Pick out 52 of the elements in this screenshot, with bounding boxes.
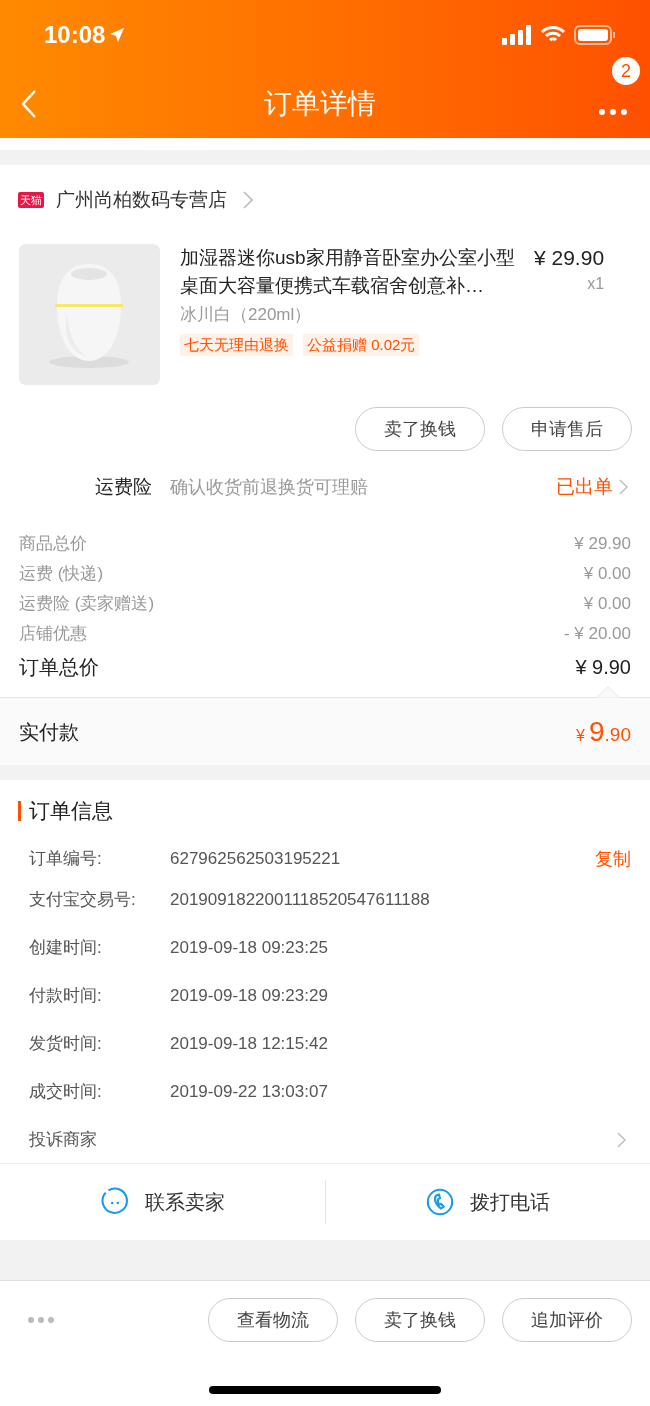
location-arrow-icon [109,27,126,43]
paid-amount: ¥9.90 [576,714,631,749]
page-title: 订单详情 [264,87,376,121]
cost-value: ¥ 0.00 [583,563,631,586]
cost-label: 商品总价 [19,533,87,556]
complaint-link[interactable]: 投诉商家 [29,1126,97,1153]
cost-value: - ¥ 20.00 [563,623,631,646]
total-value: ¥ 9.90 [575,655,631,680]
chevron-right-icon [617,1131,626,1148]
info-value: 2019-09-18 09:23:25 [170,937,329,960]
more-icon [599,109,627,115]
service-tag: 七天无理由退换 [180,333,293,356]
info-label: 发货时间: [29,1033,103,1056]
info-label: 成交时间: [29,1081,103,1104]
signal-icon [502,25,532,45]
cost-label: 店铺优惠 [19,623,87,646]
store-logo: 天猫 [18,192,44,208]
total-label: 订单总价 [19,655,99,680]
phone-icon [425,1187,456,1217]
status-time: 10:08 [44,20,106,50]
product-price: ¥ 29.90 [534,245,605,271]
store-name[interactable]: 广州尚柏数码专营店 [56,185,227,215]
cost-label: 运费 (快递) [19,563,104,586]
cost-value: ¥ 0.00 [583,593,631,616]
chat-face-icon [99,1187,130,1217]
info-label: 订单编号: [29,848,103,871]
info-value: 2019091822001118520547611188 [170,889,431,912]
cost-label: 运费险 (卖家赠送) [19,593,155,616]
contact-button[interactable]: 拨打电话 [425,1187,551,1217]
section-title: 订单信息 [29,798,113,825]
info-value: 2019-09-18 09:23:29 [170,985,329,1008]
info-label: 付款时间: [29,985,103,1008]
info-value: 2019-09-18 12:15:42 [170,1033,329,1056]
info-label: 支付宝交易号: [29,889,137,912]
chevron-right-icon [619,479,628,495]
back-icon [20,89,38,119]
insurance-label: 运费险 [95,474,152,499]
paid-label: 实付款 [19,719,79,745]
more-icon[interactable] [28,1317,54,1323]
cost-value: ¥ 29.90 [574,533,631,556]
notification-badge: 2 [612,57,640,85]
insurance-description: 确认收货前退换货可理赔 [170,475,369,499]
product-variant: 冰川白（220ml） [180,304,313,326]
product-title[interactable]: 加湿器迷你usb家用静音卧室办公室小型桌面大容量便携式车载宿舍创意补… [180,244,520,300]
service-tag: 公益捐赠 0.02元 [303,333,420,356]
contact-button[interactable]: 联系卖家 [99,1187,225,1217]
info-value: 627962562503195221 [170,848,342,871]
product-quantity: x1 [587,274,605,294]
info-label: 创建时间: [29,937,103,960]
info-value: 2019-09-22 13:03:07 [170,1081,329,1104]
chevron-right-icon [243,191,253,209]
battery-icon [574,25,616,45]
